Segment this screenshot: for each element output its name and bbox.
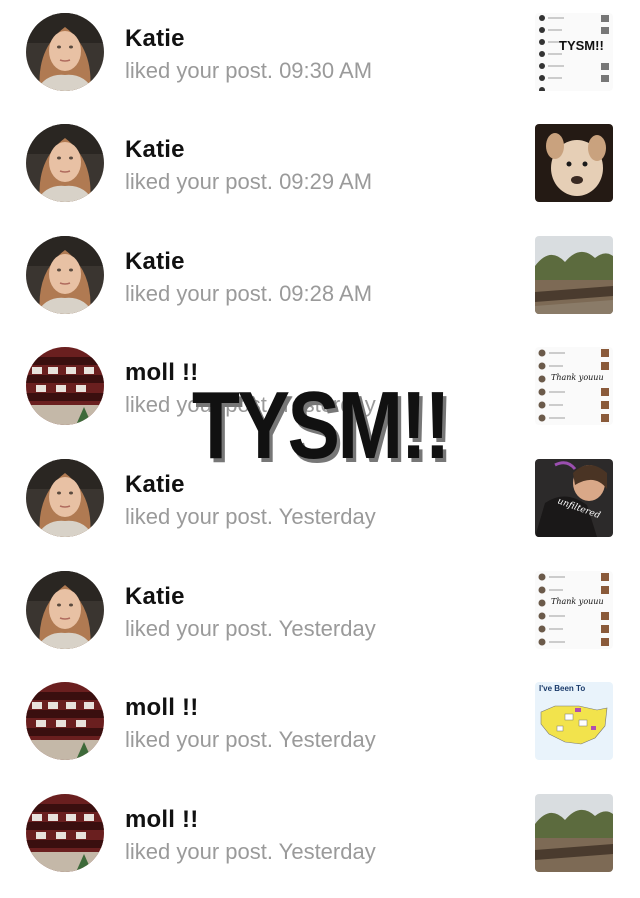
notification-text: liked your post. 09:30 AM: [125, 58, 373, 83]
notification-text: liked your post. 09:28 AM: [125, 281, 373, 306]
notification-text: liked your post. 09:29 AM: [125, 169, 373, 194]
notification-username[interactable]: Katie: [125, 25, 185, 53]
moll-avatar[interactable]: [26, 347, 104, 425]
notification-row[interactable]: Katie liked your post. 09:28 AM: [0, 236, 640, 340]
post-thumbnail[interactable]: [535, 794, 613, 872]
notification-username[interactable]: moll !!: [125, 359, 198, 387]
post-thumbnail[interactable]: Thank youuu: [535, 571, 613, 649]
notification-row[interactable]: Katie liked your post. Yesterday Thank y…: [0, 571, 640, 675]
notification-text: liked your post. Yesterday: [125, 392, 376, 417]
katie-avatar[interactable]: [26, 124, 104, 202]
katie-avatar[interactable]: [26, 459, 104, 537]
notification-username[interactable]: moll !!: [125, 694, 198, 722]
notification-username[interactable]: Katie: [125, 471, 185, 499]
thumbnail-text: Thank youuu: [551, 373, 604, 382]
post-thumbnail[interactable]: Thank youuu: [535, 347, 613, 425]
notification-username[interactable]: moll !!: [125, 806, 198, 834]
post-thumbnail[interactable]: [535, 236, 613, 314]
katie-avatar[interactable]: [26, 13, 104, 91]
notification-row[interactable]: Katie liked your post. Yesterday unfilte…: [0, 459, 640, 563]
notification-row[interactable]: moll !! liked your post. Yesterday Thank…: [0, 347, 640, 451]
thumbnail-text: Thank youuu: [551, 597, 604, 606]
moll-avatar[interactable]: [26, 682, 104, 760]
katie-avatar[interactable]: [26, 236, 104, 314]
thumbnail-text: I've Been To: [539, 684, 585, 693]
post-thumbnail[interactable]: unfiltered: [535, 459, 613, 537]
notification-text: liked your post. Yesterday: [125, 504, 376, 529]
post-thumbnail[interactable]: I've Been To: [535, 682, 613, 760]
notification-username[interactable]: Katie: [125, 248, 185, 276]
notification-text: liked your post. Yesterday: [125, 616, 376, 641]
notification-row[interactable]: moll !! liked your post. Yesterday I've …: [0, 682, 640, 786]
notification-row[interactable]: Katie liked your post. 09:29 AM: [0, 124, 640, 228]
notification-text: liked your post. Yesterday: [125, 727, 376, 752]
notification-username[interactable]: Katie: [125, 136, 185, 164]
thumbnail-text: TYSM!!: [559, 38, 604, 53]
notification-text: liked your post. Yesterday: [125, 839, 376, 864]
moll-avatar[interactable]: [26, 794, 104, 872]
notification-row[interactable]: moll !! liked your post. Yesterday: [0, 794, 640, 898]
notification-row[interactable]: Katie liked your post. 09:30 AM TYSM!!: [0, 13, 640, 117]
post-thumbnail[interactable]: TYSM!!: [535, 13, 613, 91]
notification-username[interactable]: Katie: [125, 583, 185, 611]
katie-avatar[interactable]: [26, 571, 104, 649]
post-thumbnail[interactable]: [535, 124, 613, 202]
